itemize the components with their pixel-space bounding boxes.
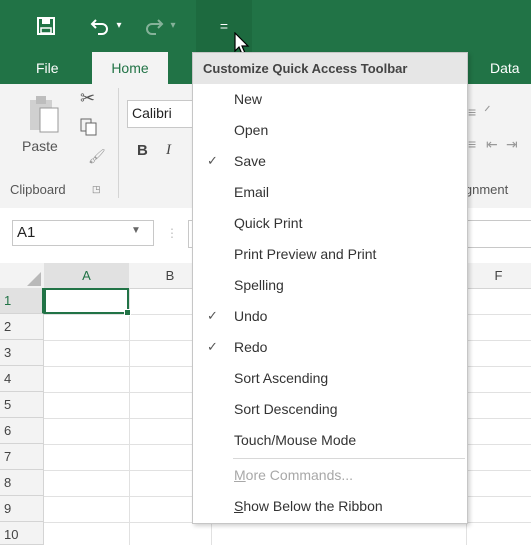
menu-item-label: Redo [234,339,268,355]
redo-dropdown-icon[interactable]: ▾ [166,12,180,40]
menu-separator [233,458,465,459]
menu-item-sort-descending[interactable]: Sort Descending [193,394,467,424]
menu-item-label: New [234,91,263,107]
row-header-6[interactable]: 6 [0,418,44,444]
menu-item-quick-print[interactable]: Quick Print [193,208,467,238]
orientation-icon[interactable]: ᐟ [484,102,491,122]
menu-item-label: Open [234,122,269,138]
checkmark-icon: ✓ [207,308,218,323]
row-header-3[interactable]: 3 [0,340,44,366]
menu-item-save[interactable]: ✓ Save [193,146,467,176]
checkmark-icon: ✓ [207,339,218,354]
menu-item-more-commands[interactable]: More Commands... [193,460,467,490]
bold-button[interactable]: B [137,142,148,159]
customize-qat-menu: Customize Quick Access Toolbar New Open … [192,52,468,524]
menu-item-label: Email [234,184,270,200]
menu-item-label: Save [234,153,266,169]
copy-icon[interactable] [80,118,100,139]
formula-bar-separator: ⋮ [166,226,178,240]
tab-home[interactable]: Home [92,52,168,84]
menu-item-label: how Below the Ribbon [243,498,383,514]
clipboard-group-label: Clipboard [10,182,66,197]
row-header-4[interactable]: 4 [0,366,44,392]
redo-icon[interactable] [142,12,166,40]
row-header-2[interactable]: 2 [0,314,44,340]
menu-title: Customize Quick Access Toolbar [193,53,467,84]
menu-item-undo[interactable]: ✓ Undo [193,301,467,331]
row-header-10[interactable]: 10 [0,522,44,545]
select-all-corner[interactable] [0,263,45,289]
indent-icon[interactable]: ⇤ [486,136,498,153]
row-header-7[interactable]: 7 [0,444,44,470]
menu-item-label: Sort Descending [234,401,338,417]
align-lines-icon[interactable]: ≡ [468,104,476,120]
paste-label[interactable]: Paste [22,138,58,154]
alignment-group-label: ignment [462,182,509,197]
align-left-icon[interactable]: ≡ [468,136,476,152]
font-name-box[interactable]: Calibri [127,100,193,128]
row-header-1[interactable]: 1 [0,288,44,314]
menu-item-label: Undo [234,308,268,324]
dialog-launcher-icon[interactable]: ◳ [92,184,101,195]
menu-item-label: Quick Print [234,215,303,231]
italic-button[interactable]: I [166,142,171,159]
font-name-value: Calibri [132,105,172,121]
gridline [129,288,130,545]
menu-item-label: Spelling [234,277,284,293]
group-divider [118,88,119,198]
tab-file[interactable]: File [36,52,59,84]
menu-item-show-below-ribbon[interactable]: Show Below the Ribbon [193,491,467,521]
indent-right-icon[interactable]: ⇥ [506,136,518,153]
active-cell-a1[interactable] [44,288,131,316]
menu-item-touch-mouse-mode[interactable]: Touch/Mouse Mode [193,425,467,455]
access-key: M [234,467,246,483]
tab-data[interactable]: Data [490,52,520,84]
menu-item-label: Touch/Mouse Mode [234,432,357,448]
menu-item-new[interactable]: New [193,84,467,114]
name-box[interactable]: A1 ▼ [12,220,154,246]
undo-icon[interactable] [88,12,112,40]
menu-item-print-preview[interactable]: Print Preview and Print [193,239,467,269]
save-icon[interactable] [34,12,58,40]
menu-item-email[interactable]: Email [193,177,467,207]
quick-access-toolbar: ▾ ▾ = [0,0,531,55]
row-header-5[interactable]: 5 [0,392,44,418]
menu-item-label: Print Preview and Print [234,246,377,262]
menu-item-sort-ascending[interactable]: Sort Ascending [193,363,467,393]
customize-qat-icon[interactable]: = [212,12,236,40]
paste-icon[interactable] [26,94,62,139]
access-key: S [234,498,244,514]
fill-handle[interactable] [124,309,131,316]
cut-icon[interactable]: ✂ [80,88,95,109]
row-header-8[interactable]: 8 [0,470,44,496]
name-box-value: A1 [17,224,36,241]
menu-item-redo[interactable]: ✓ Redo [193,332,467,362]
undo-dropdown-icon[interactable]: ▾ [112,12,126,40]
checkmark-icon: ✓ [207,153,218,168]
format-painter-icon[interactable]: 🖌 [88,148,106,165]
name-box-dropdown-icon[interactable]: ▼ [131,225,141,236]
menu-item-spelling[interactable]: Spelling [193,270,467,300]
column-header-a[interactable]: A [44,263,130,290]
menu-item-label: Sort Ascending [234,370,329,386]
menu-item-label: ore Commands... [245,467,354,483]
column-header-f[interactable]: F [466,263,531,289]
menu-item-open[interactable]: Open [193,115,467,145]
row-header-9[interactable]: 9 [0,496,44,522]
